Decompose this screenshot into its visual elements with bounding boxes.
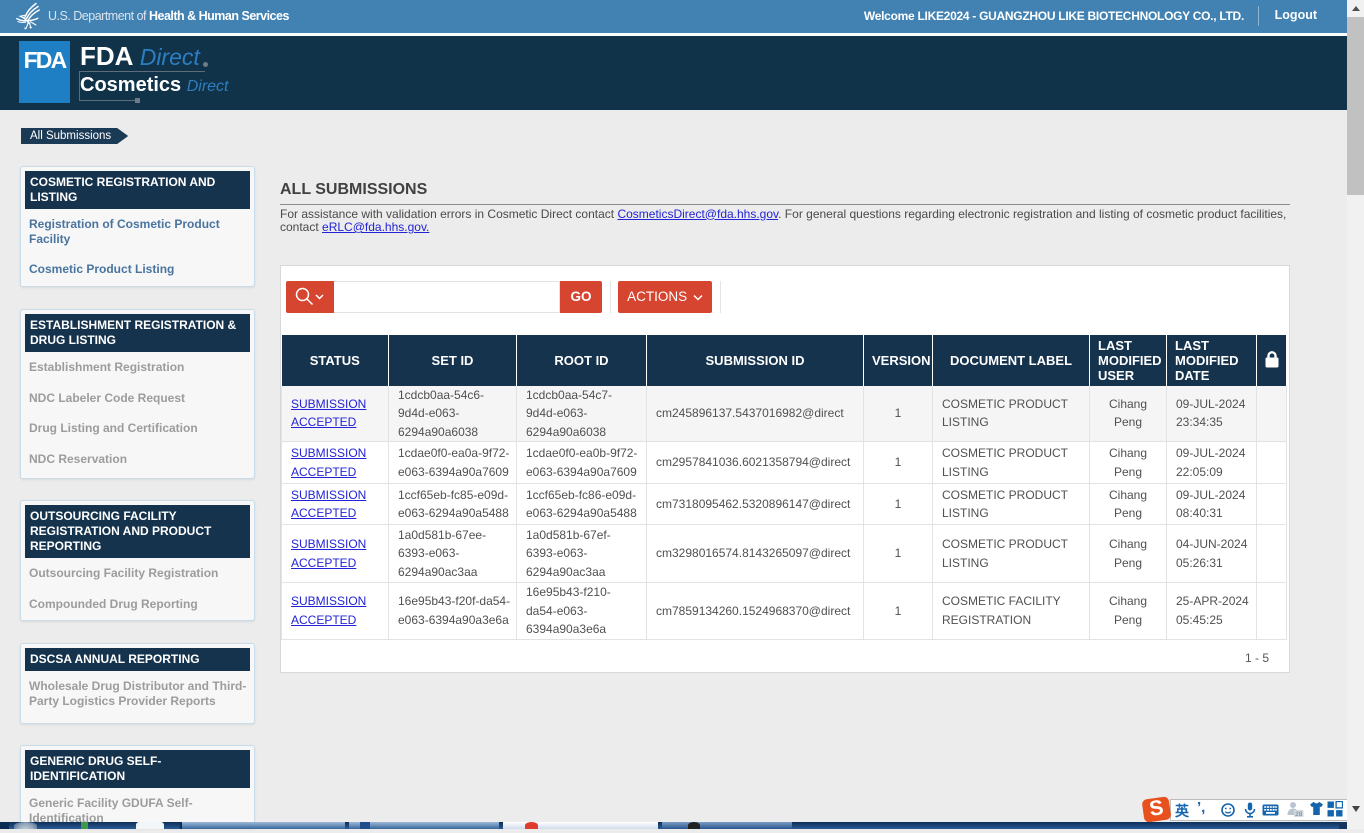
svg-text:28: 28 <box>1295 811 1303 818</box>
